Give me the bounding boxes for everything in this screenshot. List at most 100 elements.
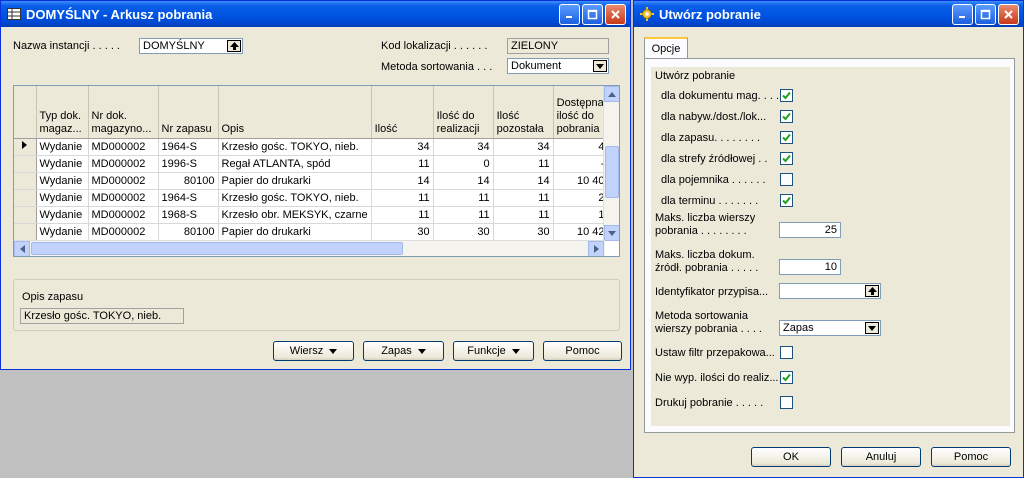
zapas-menu-button[interactable]: Zapas	[363, 341, 444, 361]
by-document-checkbox[interactable]	[780, 89, 793, 102]
cell[interactable]: MD000002	[88, 189, 159, 207]
cell[interactable]: 34	[371, 138, 434, 156]
cell[interactable]: Wydanie	[36, 223, 89, 241]
cell[interactable]: 1996-S	[158, 155, 219, 173]
cell[interactable]: Wydanie	[36, 189, 89, 207]
minimize-button[interactable]	[952, 3, 973, 25]
cell[interactable]: Wydanie	[36, 172, 89, 190]
close-button[interactable]	[605, 3, 626, 25]
sort-select[interactable]: Dokument	[507, 58, 609, 74]
table-row[interactable]: Wydanie MD000002 1964-S Krzesło gośc. TO…	[14, 138, 615, 156]
cell[interactable]: MD000002	[88, 223, 159, 241]
wiersz-menu-button[interactable]: Wiersz	[273, 341, 354, 361]
dialog-titlebar[interactable]: Utwórz pobranie	[634, 1, 1023, 27]
table-row[interactable]: Wydanie MD000002 1968-S Krzesło obr. MEK…	[14, 206, 615, 224]
print-pick-checkbox[interactable]	[780, 396, 793, 409]
tab-options[interactable]: Opcje	[644, 37, 688, 59]
vertical-scrollbar[interactable]	[603, 86, 619, 241]
cell[interactable]: Krzesło gośc. TOKYO, nieb.	[218, 189, 372, 207]
minimize-button[interactable]	[559, 3, 580, 25]
cell[interactable]: 1968-S	[158, 206, 219, 224]
cell[interactable]: 14	[433, 172, 494, 190]
worksheet-titlebar[interactable]: DOMYŚLNY - Arkusz pobrania	[1, 1, 630, 27]
cell[interactable]: MD000002	[88, 172, 159, 190]
cell[interactable]: Regał ATLANTA, spód	[218, 155, 372, 173]
table-row[interactable]: Wydanie MD000002 1996-S Regał ATLANTA, s…	[14, 155, 615, 173]
cell[interactable]: 11	[493, 155, 554, 173]
max-lines-input[interactable]: 25	[779, 222, 841, 238]
maximize-button[interactable]	[975, 3, 996, 25]
cell[interactable]: 34	[493, 138, 554, 156]
help-button[interactable]: Pomoc	[543, 341, 622, 361]
lookup-arrow-icon[interactable]	[227, 40, 241, 52]
funkcje-menu-button[interactable]: Funkcje	[453, 341, 534, 361]
cell[interactable]: 11	[433, 189, 494, 207]
cell[interactable]: Wydanie	[36, 138, 89, 156]
table-row[interactable]: Wydanie MD000002 80100 Papier do drukark…	[14, 223, 615, 241]
cell[interactable]: MD000002	[88, 206, 159, 224]
cell[interactable]: Wydanie	[36, 155, 89, 173]
chevron-down-icon[interactable]	[593, 60, 607, 72]
maximize-button[interactable]	[582, 3, 603, 25]
cell[interactable]: 11	[493, 189, 554, 207]
assign-input[interactable]	[779, 283, 881, 299]
max-docs-input[interactable]: 10	[779, 259, 841, 275]
row-selector[interactable]	[14, 223, 37, 241]
cell[interactable]: MD000002	[88, 138, 159, 156]
sort-method-select[interactable]: Zapas	[779, 320, 881, 336]
row-selector[interactable]	[14, 189, 37, 207]
lookup-arrow-icon[interactable]	[865, 285, 879, 297]
cell[interactable]: Krzesło gośc. TOKYO, nieb.	[218, 138, 372, 156]
scroll-right-icon[interactable]	[588, 241, 604, 256]
instance-input[interactable]: DOMYŚLNY	[139, 38, 243, 54]
cell[interactable]: Papier do drukarki	[218, 172, 372, 190]
row-selector[interactable]	[14, 172, 37, 190]
scroll-down-icon[interactable]	[604, 225, 619, 241]
cell[interactable]: 80100	[158, 223, 219, 241]
table-row[interactable]: Wydanie MD000002 80100 Papier do drukark…	[14, 172, 615, 190]
by-item-checkbox[interactable]	[780, 131, 793, 144]
col-doc-type[interactable]: Typ dok. magaz...	[36, 86, 89, 139]
col-description[interactable]: Opis	[218, 86, 372, 139]
horizontal-scroll-thumb[interactable]	[31, 242, 403, 255]
row-selector[interactable]	[14, 206, 37, 224]
col-quantity[interactable]: Ilość	[371, 86, 434, 139]
cell[interactable]: 11	[433, 206, 494, 224]
table-row[interactable]: Wydanie MD000002 1964-S Krzesło gośc. TO…	[14, 189, 615, 207]
cell[interactable]: MD000002	[88, 155, 159, 173]
by-from-zone-checkbox[interactable]	[780, 152, 793, 165]
cell[interactable]: 11	[493, 206, 554, 224]
row-selector[interactable]	[14, 155, 37, 173]
col-qty-to-handle[interactable]: Ilość do realizacji	[433, 86, 494, 139]
cell[interactable]: 14	[493, 172, 554, 190]
cell[interactable]: 30	[371, 223, 434, 241]
by-customer-checkbox[interactable]	[780, 110, 793, 123]
col-doc-no[interactable]: Nr dok. magazyno...	[88, 86, 159, 139]
cell[interactable]: 14	[371, 172, 434, 190]
cell[interactable]: 11	[371, 155, 434, 173]
cell[interactable]: Krzesło obr. MEKSYK, czarne	[218, 206, 372, 224]
cell[interactable]: 11	[371, 206, 434, 224]
vertical-scroll-thumb[interactable]	[605, 146, 619, 198]
close-button[interactable]	[998, 3, 1019, 25]
col-item-no[interactable]: Nr zapasu	[158, 86, 219, 139]
by-due-date-checkbox[interactable]	[780, 194, 793, 207]
set-breakbulk-filter-checkbox[interactable]	[780, 346, 793, 359]
cell[interactable]: 30	[433, 223, 494, 241]
by-bin-checkbox[interactable]	[780, 173, 793, 186]
do-not-fill-qty-checkbox[interactable]	[780, 371, 793, 384]
cell[interactable]: Wydanie	[36, 206, 89, 224]
cell[interactable]: 30	[493, 223, 554, 241]
current-row-indicator[interactable]	[14, 138, 37, 156]
cell[interactable]: 34	[433, 138, 494, 156]
cell[interactable]: 11	[371, 189, 434, 207]
dialog-help-button[interactable]: Pomoc	[931, 447, 1011, 467]
ok-button[interactable]: OK	[751, 447, 831, 467]
cell[interactable]: 1964-S	[158, 189, 219, 207]
horizontal-scrollbar[interactable]	[14, 240, 605, 256]
chevron-down-icon[interactable]	[865, 322, 879, 334]
cell[interactable]: 1964-S	[158, 138, 219, 156]
cell[interactable]: 80100	[158, 172, 219, 190]
scroll-left-icon[interactable]	[14, 241, 30, 256]
cell[interactable]: Papier do drukarki	[218, 223, 372, 241]
